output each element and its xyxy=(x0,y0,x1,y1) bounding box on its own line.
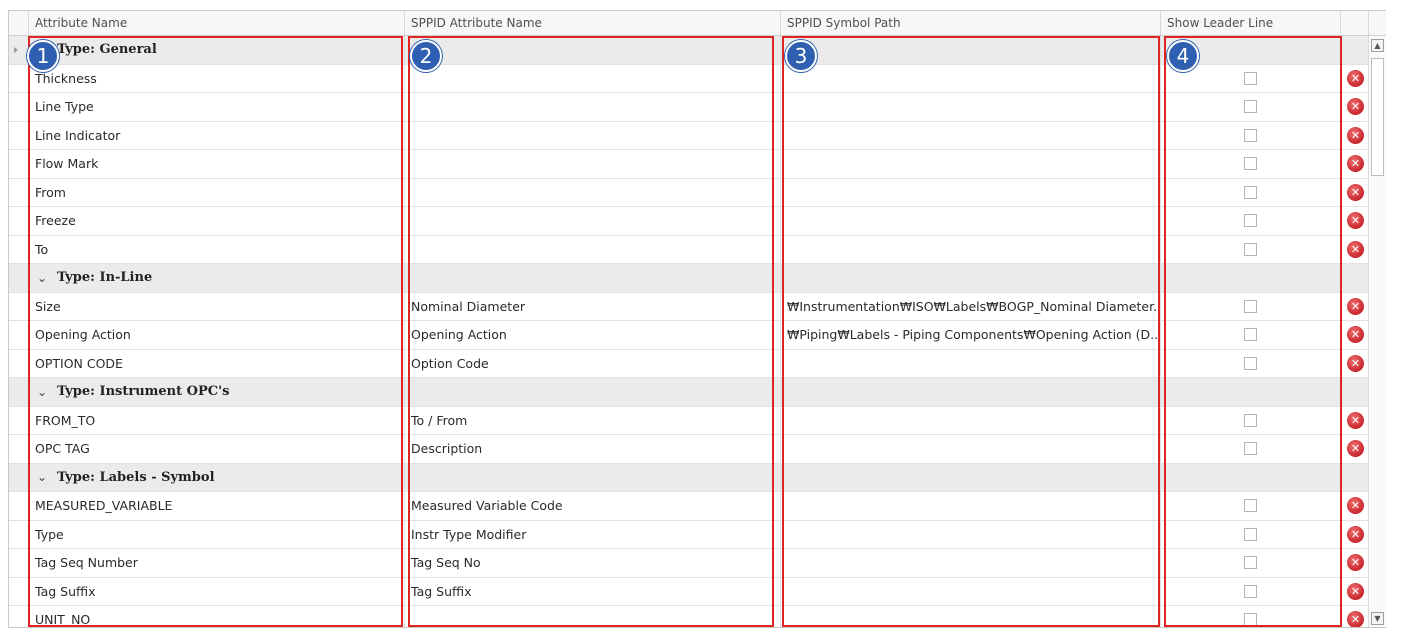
delete-icon: ✕ xyxy=(1350,499,1361,513)
row-indicator xyxy=(9,264,29,292)
row-indicator xyxy=(9,463,29,491)
highlight-box-attribute-name xyxy=(28,36,403,627)
delete-row-button[interactable]: ✕ xyxy=(1347,326,1364,344)
delete-cell: ✕ xyxy=(1341,179,1369,207)
delete-row-button[interactable]: ✕ xyxy=(1347,354,1364,372)
highlight-box-show-leader-line xyxy=(1164,36,1342,627)
delete-icon: ✕ xyxy=(1350,242,1361,256)
delete-cell: ✕ xyxy=(1341,293,1369,321)
grid-header: Attribute Name SPPID Attribute Name SPPI… xyxy=(9,11,1386,36)
row-indicator xyxy=(9,606,29,627)
scroll-up-button[interactable]: ▲ xyxy=(1371,39,1384,52)
delete-cell: ✕ xyxy=(1341,435,1369,463)
delete-icon: ✕ xyxy=(1350,128,1361,142)
row-indicator-header xyxy=(9,11,29,35)
header-delete xyxy=(1341,11,1369,35)
delete-row-button[interactable]: ✕ xyxy=(1347,212,1364,230)
row-indicator xyxy=(9,577,29,605)
delete-cell: ✕ xyxy=(1341,407,1369,435)
row-indicator xyxy=(9,64,29,92)
delete-icon: ✕ xyxy=(1350,613,1361,627)
row-indicator xyxy=(9,150,29,178)
delete-cell: ✕ xyxy=(1341,492,1369,520)
delete-icon: ✕ xyxy=(1350,214,1361,228)
delete-cell: ✕ xyxy=(1341,93,1369,121)
delete-icon: ✕ xyxy=(1350,185,1361,199)
delete-cell: ✕ xyxy=(1341,521,1369,549)
delete-row-button[interactable]: ✕ xyxy=(1347,297,1364,315)
row-indicator xyxy=(9,178,29,206)
delete-icon: ✕ xyxy=(1350,527,1361,541)
delete-icon: ✕ xyxy=(1350,442,1361,456)
delete-row-button[interactable]: ✕ xyxy=(1347,525,1364,543)
row-indicator xyxy=(9,292,29,320)
current-row-icon xyxy=(14,46,18,53)
delete-icon: ✕ xyxy=(1350,556,1361,570)
delete-cell: ✕ xyxy=(1341,65,1369,93)
row-indicator xyxy=(9,549,29,577)
delete-icon: ✕ xyxy=(1350,100,1361,114)
row-indicator xyxy=(9,121,29,149)
delete-row-button[interactable]: ✕ xyxy=(1347,183,1364,201)
vertical-scrollbar[interactable]: ▲ ▼ xyxy=(1368,36,1386,627)
delete-row-button[interactable]: ✕ xyxy=(1347,69,1364,87)
delete-cell: ✕ xyxy=(1341,578,1369,606)
delete-icon: ✕ xyxy=(1350,299,1361,313)
delete-row-button[interactable]: ✕ xyxy=(1347,497,1364,515)
highlight-box-sppid-attribute-name xyxy=(408,36,774,627)
delete-cell: ✕ xyxy=(1341,122,1369,150)
delete-cell: ✕ xyxy=(1341,321,1369,349)
row-indicator xyxy=(9,321,29,349)
delete-cell: ✕ xyxy=(1341,606,1369,627)
badge-2: 2 xyxy=(410,40,442,72)
delete-row-button[interactable]: ✕ xyxy=(1347,155,1364,173)
row-indicator xyxy=(9,93,29,121)
delete-row-button[interactable]: ✕ xyxy=(1347,554,1364,572)
delete-icon: ✕ xyxy=(1350,71,1361,85)
row-indicator xyxy=(9,207,29,235)
highlight-box-sppid-symbol-path xyxy=(782,36,1160,627)
delete-row-button[interactable]: ✕ xyxy=(1347,98,1364,116)
badge-4: 4 xyxy=(1167,40,1199,72)
scroll-thumb[interactable] xyxy=(1371,58,1384,176)
row-indicator xyxy=(9,36,29,64)
badge-3: 3 xyxy=(785,40,817,72)
row-indicator xyxy=(9,378,29,406)
delete-row-button[interactable]: ✕ xyxy=(1347,411,1364,429)
delete-row-button[interactable]: ✕ xyxy=(1347,126,1364,144)
delete-icon: ✕ xyxy=(1350,584,1361,598)
delete-row-button[interactable]: ✕ xyxy=(1347,611,1364,627)
row-indicator xyxy=(9,406,29,434)
delete-cell: ✕ xyxy=(1341,150,1369,178)
delete-row-button[interactable]: ✕ xyxy=(1347,582,1364,600)
delete-row-button[interactable]: ✕ xyxy=(1347,240,1364,258)
delete-cell: ✕ xyxy=(1341,207,1369,235)
row-indicator xyxy=(9,235,29,263)
row-indicator xyxy=(9,349,29,377)
row-indicator xyxy=(9,435,29,463)
scroll-up-icon: ▲ xyxy=(1374,41,1381,50)
delete-cell: ✕ xyxy=(1341,350,1369,378)
delete-icon: ✕ xyxy=(1350,413,1361,427)
delete-row-button[interactable]: ✕ xyxy=(1347,440,1364,458)
scroll-down-icon: ▼ xyxy=(1374,614,1381,623)
header-show-leader-line[interactable]: Show Leader Line xyxy=(1161,11,1341,35)
delete-icon: ✕ xyxy=(1350,328,1361,342)
delete-cell: ✕ xyxy=(1341,236,1369,264)
row-indicator xyxy=(9,492,29,520)
delete-cell: ✕ xyxy=(1341,549,1369,577)
row-indicator xyxy=(9,520,29,548)
badge-1: 1 xyxy=(27,40,59,72)
header-sppid-symbol-path[interactable]: SPPID Symbol Path xyxy=(781,11,1161,35)
scroll-down-button[interactable]: ▼ xyxy=(1371,612,1384,625)
delete-icon: ✕ xyxy=(1350,356,1361,370)
header-attribute-name[interactable]: Attribute Name xyxy=(29,11,405,35)
header-sppid-attribute-name[interactable]: SPPID Attribute Name xyxy=(405,11,781,35)
delete-icon: ✕ xyxy=(1350,157,1361,171)
